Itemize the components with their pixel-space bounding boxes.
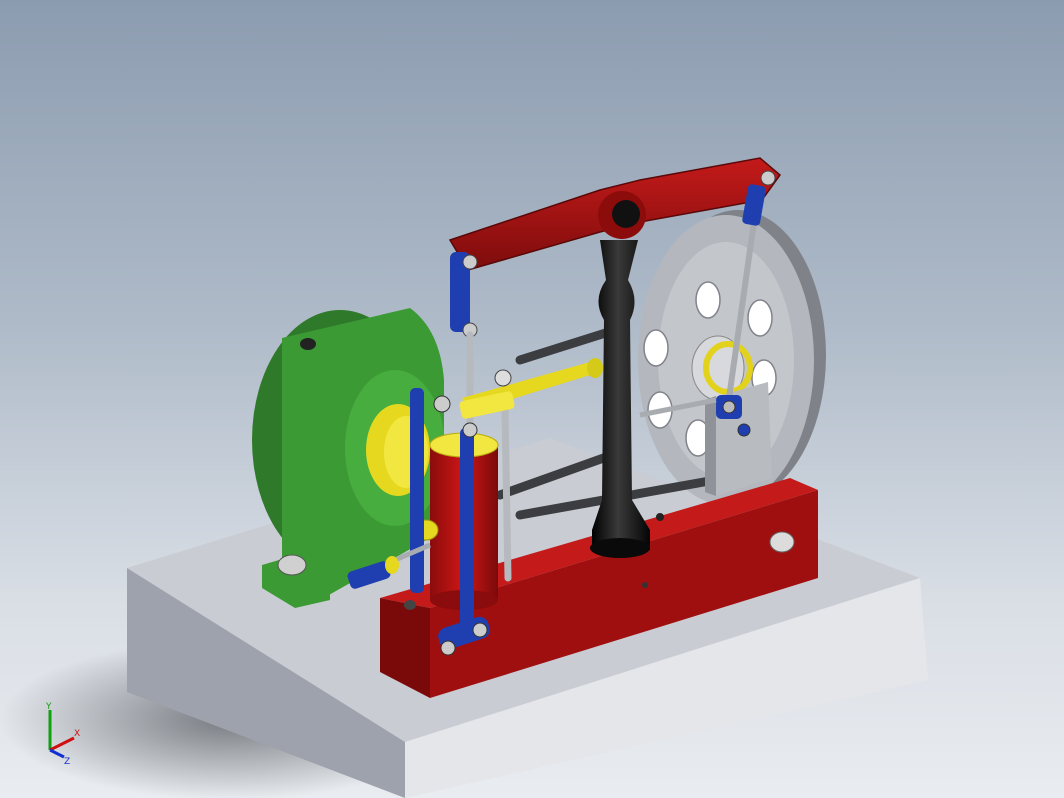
z-axis-arrow <box>49 748 65 759</box>
3d-viewport[interactable]: Y X Z <box>0 0 1064 798</box>
z-axis-label: Z <box>64 757 70 767</box>
y-axis-label: Y <box>45 702 52 712</box>
steam-engine-model[interactable] <box>0 0 1064 798</box>
crosshead-arm[interactable] <box>459 358 603 419</box>
x-axis-arrow <box>49 736 75 752</box>
x-axis-label: X <box>74 729 80 739</box>
left-beam-links[interactable] <box>450 252 478 338</box>
coordinate-triad: Y X Z <box>45 702 80 767</box>
